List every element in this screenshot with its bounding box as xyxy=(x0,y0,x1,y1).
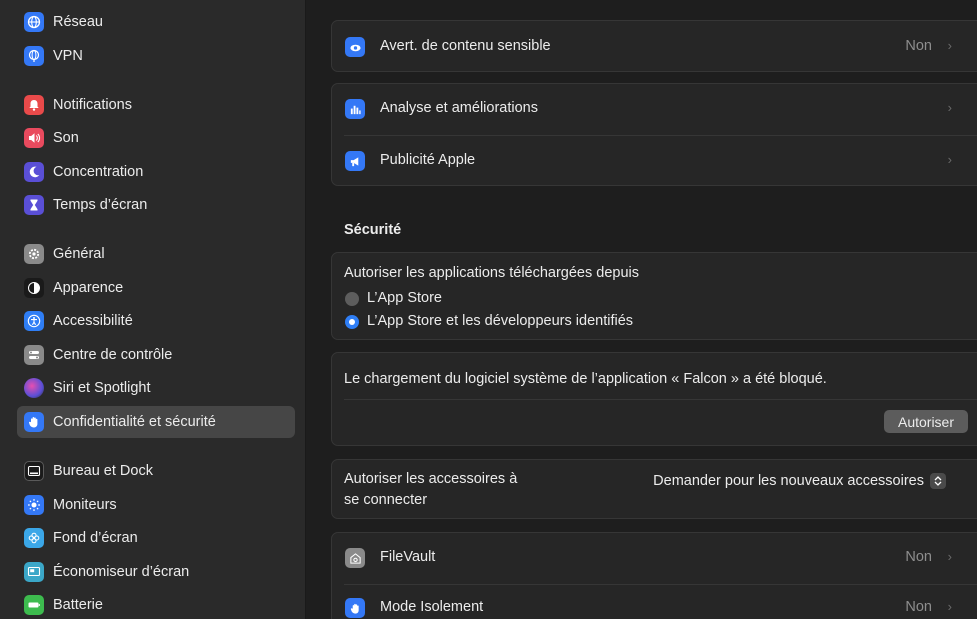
hand-icon xyxy=(345,598,365,618)
sidebar-item-label: Accessibilité xyxy=(53,313,133,329)
chevron-updown-icon xyxy=(930,473,946,490)
filevault-value: Non xyxy=(905,549,932,565)
accessibility-icon xyxy=(24,311,44,331)
sidebar-item-label: Siri et Spotlight xyxy=(53,380,151,396)
sidebar-item-reseau[interactable]: Réseau xyxy=(17,6,295,38)
sensitive-content-value: Non xyxy=(905,38,932,54)
sidebar-item-siri[interactable]: Siri et Spotlight xyxy=(17,372,295,404)
vault-icon xyxy=(345,548,365,568)
sidebar-item-label: VPN xyxy=(53,48,83,64)
sidebar-item-label: Concentration xyxy=(53,164,144,180)
chevron-right-icon: › xyxy=(947,100,952,115)
sidebar-item-bureau-dock[interactable]: Bureau et Dock xyxy=(17,455,295,487)
radio-app-store-label: L’App Store xyxy=(367,290,442,306)
accessories-select[interactable]: Demander pour les nouveaux accessoires xyxy=(653,472,946,490)
dock-icon xyxy=(24,461,44,481)
sidebar-item-label: Moniteurs xyxy=(53,497,117,513)
apple-ads-row[interactable]: Publicité Apple › xyxy=(332,136,977,187)
chevron-right-icon: › xyxy=(947,152,952,167)
sidebar-item-label: Général xyxy=(53,246,105,262)
sidebar-item-notifications[interactable]: Notifications xyxy=(17,89,295,121)
battery-icon xyxy=(24,595,44,615)
lockdown-row[interactable]: Mode Isolement Non › xyxy=(332,585,977,619)
security-section-title: Sécurité xyxy=(344,222,402,238)
allow-apps-card: Autoriser les applications téléchargées … xyxy=(331,252,977,340)
megaphone-icon xyxy=(345,151,365,171)
sensitive-content-label: Avert. de contenu sensible xyxy=(380,38,551,54)
sidebar-item-label: Économiseur d’écran xyxy=(53,564,190,580)
sidebar-item-son[interactable]: Son xyxy=(17,122,295,154)
apple-ads-label: Publicité Apple xyxy=(380,152,476,168)
gear-icon xyxy=(24,244,44,264)
sensitive-content-row[interactable]: Avert. de contenu sensible Non › xyxy=(332,21,977,73)
chevron-right-icon: › xyxy=(947,599,952,614)
moon-icon xyxy=(24,162,44,182)
globe-icon xyxy=(24,12,44,32)
sidebar-item-label: Confidentialité et sécurité xyxy=(53,414,216,430)
sun-icon xyxy=(24,495,44,515)
sidebar-item-label: Fond d’écran xyxy=(53,530,138,546)
accessories-select-value: Demander pour les nouveaux accessoires xyxy=(653,473,924,489)
sidebar-item-fond-ecran[interactable]: Fond d’écran xyxy=(17,522,295,554)
chevron-right-icon: › xyxy=(947,549,952,564)
filevault-lockdown-card: FileVault Non › Mode Isolement Non › xyxy=(331,532,977,619)
chevron-right-icon: › xyxy=(947,38,952,53)
hand-icon xyxy=(24,412,44,432)
screensaver-icon xyxy=(24,562,44,582)
sidebar-item-accessibilite[interactable]: Accessibilité xyxy=(17,305,295,337)
accessories-label-line1: Autoriser les accessoires à xyxy=(344,471,518,487)
hourglass-icon xyxy=(24,195,44,215)
siri-icon xyxy=(24,378,44,398)
sidebar-item-vpn[interactable]: VPN xyxy=(17,40,295,72)
sidebar-item-label: Son xyxy=(53,130,79,146)
bell-icon xyxy=(24,95,44,115)
sidebar-item-apparence[interactable]: Apparence xyxy=(17,272,295,304)
sidebar-item-economiseur[interactable]: Économiseur d’écran xyxy=(17,556,295,588)
allow-button[interactable]: Autoriser xyxy=(884,410,968,433)
control-center-icon xyxy=(24,345,44,365)
allow-apps-label: Autoriser les applications téléchargées … xyxy=(344,265,640,281)
sidebar-item-label: Batterie xyxy=(53,597,103,613)
analytics-ads-card: Analyse et améliorations › Publicité App… xyxy=(331,83,977,186)
sidebar-item-label: Apparence xyxy=(53,280,124,296)
sidebar-item-label: Temps d’écran xyxy=(53,197,148,213)
settings-pane: Avert. de contenu sensible Non › Analyse… xyxy=(307,0,977,619)
sidebar-item-label: Notifications xyxy=(53,97,132,113)
sidebar-item-label: Bureau et Dock xyxy=(53,463,153,479)
globe-lock-icon xyxy=(24,46,44,66)
sidebar-item-centre-controle[interactable]: Centre de contrôle xyxy=(17,339,295,371)
blocked-software-message: Le chargement du logiciel système de l’a… xyxy=(344,371,827,387)
sidebar-item-temps-ecran[interactable]: Temps d’écran xyxy=(17,189,295,221)
radio-app-store-identified[interactable] xyxy=(345,315,359,329)
analytics-label: Analyse et améliorations xyxy=(380,100,538,116)
bar-chart-icon xyxy=(345,99,365,119)
accessories-label-line2: se connecter xyxy=(344,492,428,508)
filevault-label: FileVault xyxy=(380,549,436,565)
sidebar-item-confidentialite[interactable]: Confidentialité et sécurité xyxy=(17,406,295,438)
accessories-card: Autoriser les accessoires à se connecter… xyxy=(331,459,977,519)
blocked-software-card: Le chargement du logiciel système de l’a… xyxy=(331,352,977,446)
row-separator xyxy=(344,399,977,400)
lockdown-value: Non xyxy=(905,599,932,615)
filevault-row[interactable]: FileVault Non › xyxy=(332,533,977,584)
eye-icon xyxy=(345,37,365,57)
radio-app-store[interactable] xyxy=(345,292,359,306)
sidebar-item-label: Réseau xyxy=(53,14,103,30)
flower-icon xyxy=(24,528,44,548)
sidebar-item-concentration[interactable]: Concentration xyxy=(17,156,295,188)
appearance-icon xyxy=(24,278,44,298)
radio-app-store-identified-label: L’App Store et les développeurs identifi… xyxy=(367,313,634,329)
sidebar-item-moniteurs[interactable]: Moniteurs xyxy=(17,489,295,521)
sidebar-item-general[interactable]: Général xyxy=(17,238,295,270)
sidebar-item-batterie[interactable]: Batterie xyxy=(17,589,295,619)
sensitive-content-card: Avert. de contenu sensible Non › xyxy=(331,20,977,72)
sidebar: Réseau VPN Notifications Son Concentrati… xyxy=(0,0,306,619)
analytics-row[interactable]: Analyse et améliorations › xyxy=(332,84,977,135)
sidebar-item-label: Centre de contrôle xyxy=(53,347,173,363)
lockdown-label: Mode Isolement xyxy=(380,599,484,615)
speaker-icon xyxy=(24,128,44,148)
